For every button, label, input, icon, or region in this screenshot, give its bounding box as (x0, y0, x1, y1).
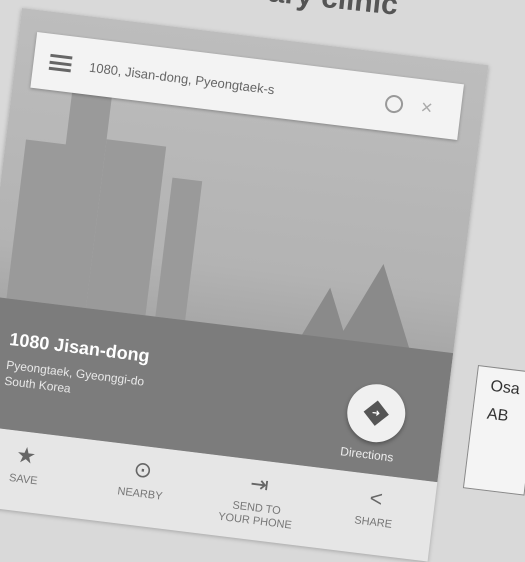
directions-icon: ➜ (363, 400, 389, 426)
close-icon[interactable]: × (419, 96, 434, 120)
share-icon: < (368, 485, 385, 512)
save-button[interactable]: ★ SAVE (0, 425, 87, 519)
location-pin-icon: ⊙ (132, 456, 154, 484)
nearby-button[interactable]: ⊙ NEARBY (78, 439, 204, 533)
side-card-line2: AB (486, 405, 510, 426)
side-card[interactable]: Osa AB (462, 365, 525, 496)
star-icon: ★ (14, 441, 38, 469)
place-photo: 1080, Jisan-dong, Pyeongtaek-s × 1080 Ji… (0, 8, 489, 483)
share-button[interactable]: < SHARE (311, 468, 437, 562)
building-silhouette (155, 177, 203, 321)
side-card-line1: Osa (489, 377, 521, 399)
menu-icon[interactable] (48, 53, 73, 73)
search-input[interactable]: 1080, Jisan-dong, Pyeongtaek-s (88, 59, 368, 108)
send-to-phone-icon: ⇥ (248, 470, 271, 498)
send-to-phone-label: SEND TO YOUR PHONE (217, 498, 294, 533)
nearby-label: NEARBY (116, 485, 164, 503)
share-label: SHARE (353, 514, 393, 531)
search-icon[interactable] (384, 94, 405, 115)
save-label: SAVE (8, 471, 39, 488)
page-title: ary clinic (267, 0, 400, 23)
place-card: 1080, Jisan-dong, Pyeongtaek-s × 1080 Ji… (0, 8, 489, 562)
send-to-phone-button[interactable]: ⇥ SEND TO YOUR PHONE (194, 454, 320, 548)
